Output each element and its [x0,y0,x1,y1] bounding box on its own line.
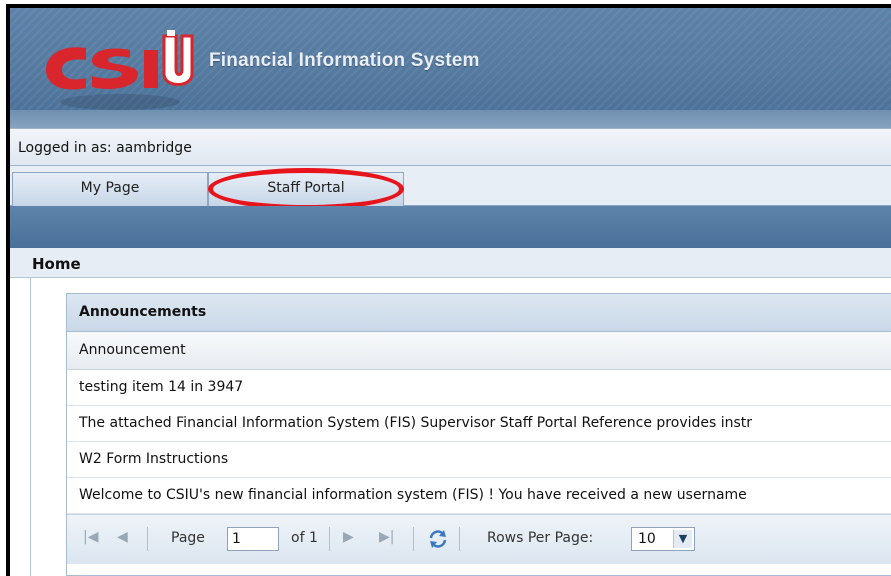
panel-header: Announcements [67,294,891,332]
page-title: Home [32,255,81,273]
column-header-announcement[interactable]: Announcement [67,332,891,370]
announcement-text[interactable]: testing item 14 in 3947 [79,379,243,395]
tab-bar: My Page Staff Portal [10,166,891,206]
tab-my-page[interactable]: My Page [12,172,208,206]
rows-per-page-label: Rows Per Page: [487,530,594,546]
chevron-down-icon[interactable]: ▼ [673,530,692,548]
csiu-logo [46,30,194,110]
announcement-text[interactable]: The attached Financial Information Syste… [79,415,752,431]
announcement-text[interactable]: W2 Form Instructions [79,451,228,467]
prev-page-icon[interactable]: ◀ [117,529,128,545]
logged-in-label: Logged in as: aambridge [18,140,192,156]
first-page-icon[interactable]: |◀ [83,529,98,545]
page-title-bar: Home [10,248,891,278]
pagination-bar: |◀ ◀ Page of 1 ▶ ▶| Rows Per Page: 10 ▼ [67,514,891,564]
table-row[interactable]: The attached Financial Information Syste… [67,406,891,442]
panel-title: Announcements [79,304,207,320]
app-title: Financial Information System [209,50,480,71]
tab-staff-portal[interactable]: Staff Portal [208,172,404,206]
page-count-label: of 1 [291,530,318,546]
next-page-icon[interactable]: ▶ [343,529,354,545]
header-banner: Financial Information System [10,8,891,128]
last-page-icon[interactable]: ▶| [379,529,394,545]
rows-per-page-select[interactable]: 10 ▼ [631,527,695,551]
page-number-input[interactable] [227,527,279,551]
table-row[interactable]: W2 Form Instructions [67,442,891,478]
rows-per-page-value: 10 [638,531,656,547]
column-header-label: Announcement [79,342,186,358]
table-row[interactable]: testing item 14 in 3947 [67,370,891,406]
announcements-panel: Announcements Announcement testing item … [66,293,891,576]
table-row[interactable]: Welcome to CSIU's new financial informat… [67,478,891,514]
toolbar-strip [10,206,891,248]
page-label: Page [171,530,205,546]
user-status-bar: Logged in as: aambridge [10,128,891,166]
refresh-icon[interactable] [427,528,449,550]
announcement-text[interactable]: Welcome to CSIU's new financial informat… [79,487,747,503]
